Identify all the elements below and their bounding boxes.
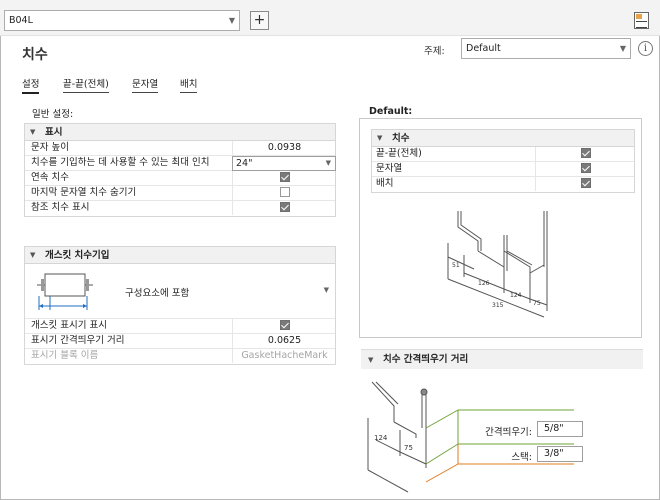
default-string-label: 문자열 [376,163,403,174]
preview-label-2: 126 [478,280,490,287]
show-gasket-indicator-cell [232,319,336,333]
drawing-selector-value: B04L [9,15,33,26]
default-panel: ▼ 치수 끝-끝(전체) 문자열 배치 51 126 124 75 315 [359,118,642,338]
indicator-offset-label: 표시기 간격띄우기 거리 [31,335,125,346]
collapse-triangle-icon: ▼ [30,251,36,259]
indicator-block-row: 표시기 블록 이름 GasketHacheMark [25,349,335,364]
preview-label-1: 51 [452,262,460,269]
collapse-triangle-icon: ▼ [30,128,36,136]
page-title: 치수 [22,47,48,63]
dimension-preview-image: 51 126 124 75 315 [447,211,548,318]
show-gasket-indicator-label: 개스킷 표시기 표시 [31,320,107,331]
max-inches-dropdown[interactable]: 24" ▼ [232,156,336,171]
text-height-row: 문자 높이 0.0938 [25,141,335,156]
chevron-down-icon: ▼ [323,286,329,294]
gasket-option-label: 구성요소에 포함 [125,288,190,299]
topic-select-value: Default [466,43,501,54]
indicator-offset-row: 표시기 간격띄우기 거리 0.0625 [25,334,335,349]
gasket-group-title: 개스킷 치수기입 [45,250,110,261]
drawing-selector[interactable]: B04L ▼ [4,10,240,31]
default-placement-row: 배치 [372,177,634,192]
document-settings-icon[interactable] [634,12,649,29]
tab-placement[interactable]: 배치 [180,76,198,93]
max-inches-row: 치수를 기입하는 데 사용할 수 있는 최대 인치 24" ▼ [25,156,336,171]
hide-last-string-row: 마지막 문자열 치수 숨기기 [25,186,335,201]
spacing-preview-label-1: 124 [374,434,388,442]
preview-label-3: 124 [510,292,522,299]
display-group-title: 표시 [45,127,63,138]
chevron-down-icon: ▼ [228,16,235,25]
default-string-row: 문자열 [372,162,634,177]
hide-last-string-checkbox[interactable] [279,187,290,197]
gasket-preview-icon [37,273,93,310]
default-string-checkbox[interactable] [580,163,591,173]
tab-settings[interactable]: 설정 [22,76,40,94]
default-heading: Default: [369,106,413,117]
offset-input[interactable]: 5/8" [537,421,583,437]
add-button[interactable]: + [250,11,269,30]
preview-label-4: 75 [533,300,541,307]
chevron-down-icon: ▼ [619,44,626,53]
show-ref-dim-checkbox[interactable] [279,202,290,212]
hide-last-string-label: 마지막 문자열 치수 숨기기 [31,187,137,198]
default-placement-checkbox[interactable] [580,178,591,188]
default-end-to-end-checkbox[interactable] [580,148,591,158]
show-ref-dim-row: 참조 치수 표시 [25,201,335,216]
indicator-block-value: GasketHacheMark [232,349,336,363]
gasket-group: ▼ 개스킷 치수기입 구성요소에 포함 ▼ 개스킷 표시기 표시 표시기 간격띄… [24,246,336,365]
continuous-dim-cell [232,171,336,185]
gasket-group-header[interactable]: ▼ 개스킷 치수기입 [25,247,335,264]
chevron-down-icon: ▼ [325,159,331,167]
stack-input[interactable]: 3/8" [537,446,583,462]
collapse-triangle-icon: ▼ [377,134,383,142]
tab-string[interactable]: 문자열 [132,76,159,93]
tab-end-to-end[interactable]: 끝-끝(전체) [63,76,109,93]
preview-label-5: 315 [492,302,504,309]
spacing-group-title: 치수 간격띄우기 거리 [383,354,469,365]
text-height-label: 문자 높이 [31,142,69,153]
default-end-to-end-label: 끝-끝(전체) [376,148,422,159]
default-end-to-end-cell [535,147,635,161]
stack-label: 스택: [511,452,532,463]
info-icon[interactable]: i [638,41,653,56]
default-placement-cell [535,177,635,191]
indicator-offset-value[interactable]: 0.0625 [232,334,336,348]
default-placement-label: 배치 [376,178,394,189]
hide-last-string-cell [232,186,336,200]
continuous-dim-row: 연속 치수 [25,171,335,186]
default-dim-group-header[interactable]: ▼ 치수 [372,130,634,147]
topic-select[interactable]: Default ▼ [461,38,631,59]
show-ref-dim-cell [232,201,336,215]
default-end-to-end-row: 끝-끝(전체) [372,147,634,162]
spacing-group-header[interactable]: ▼ 치수 간격띄우기 거리 [361,349,643,369]
max-inches-value: 24" [236,158,253,169]
text-height-value[interactable]: 0.0938 [232,141,336,155]
general-settings-heading: 일반 설정: [32,109,74,120]
topic-label: 주제: [424,46,445,57]
show-gasket-indicator-checkbox[interactable] [279,320,290,330]
indicator-block-label: 표시기 블록 이름 [31,350,99,361]
continuous-dim-checkbox[interactable] [279,172,290,182]
offset-label: 간격띄우기: [485,427,532,438]
display-group-header[interactable]: ▼ 표시 [25,124,335,141]
spacing-preview-label-2: 75 [404,444,413,452]
default-string-cell [535,162,635,176]
top-toolbar: B04L ▼ + [0,0,660,36]
default-dim-group-title: 치수 [392,133,410,144]
show-ref-dim-label: 참조 치수 표시 [31,202,90,213]
show-gasket-indicator-row: 개스킷 표시기 표시 [25,319,335,334]
max-inches-label: 치수를 기입하는 데 사용할 수 있는 최대 인치 [31,157,210,168]
gasket-option-dropdown[interactable]: 구성요소에 포함 ▼ [25,264,335,319]
continuous-dim-label: 연속 치수 [31,172,69,183]
display-group: ▼ 표시 문자 높이 0.0938 치수를 기입하는 데 사용할 수 있는 최대… [24,123,336,217]
collapse-triangle-icon: ▼ [368,356,374,364]
default-dim-group: ▼ 치수 끝-끝(전체) 문자열 배치 [371,129,635,193]
